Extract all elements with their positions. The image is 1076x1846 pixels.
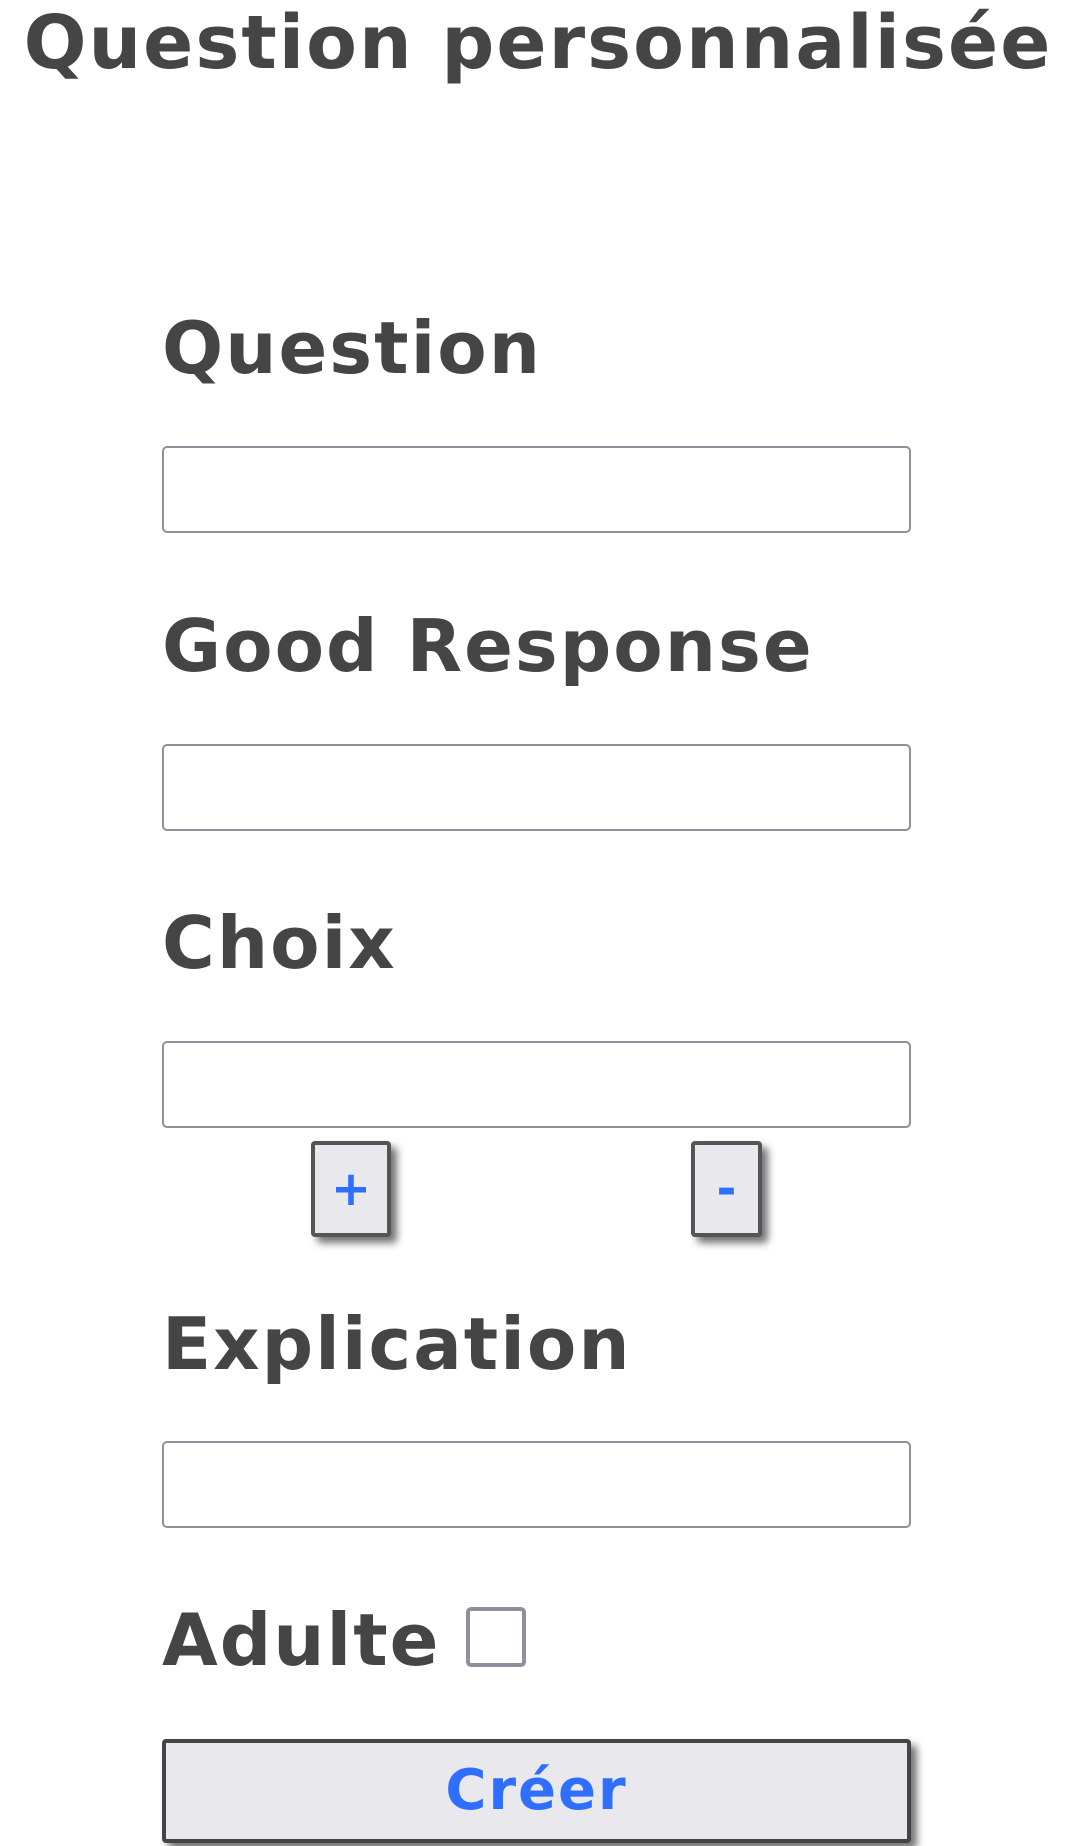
remove-choice-button[interactable]: - [691,1141,762,1237]
adulte-checkbox[interactable] [466,1607,526,1667]
question-label: Question [162,306,542,390]
good-response-label: Good Response [162,604,814,688]
explication-input[interactable] [162,1441,911,1528]
question-input[interactable] [162,446,911,533]
choix-label: Choix [162,901,397,985]
explication-label: Explication [162,1302,632,1386]
create-button[interactable]: Créer [162,1739,911,1843]
good-response-input[interactable] [162,744,911,831]
choix-input[interactable] [162,1041,911,1128]
custom-question-page: Question personnalisée Question Good Res… [0,0,1076,1846]
add-choice-button[interactable]: + [311,1141,391,1237]
adulte-label: Adulte [162,1598,441,1682]
page-title: Question personnalisée [23,0,1053,86]
